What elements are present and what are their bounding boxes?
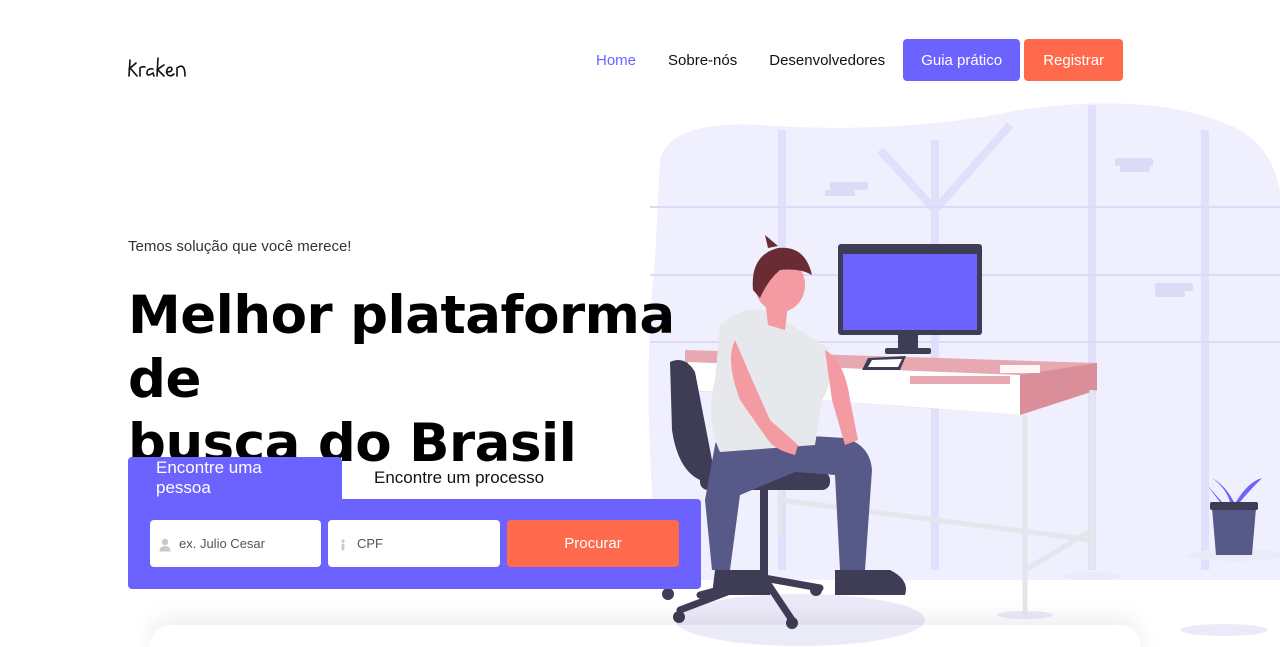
info-icon (337, 537, 349, 551)
tab-find-person[interactable]: Encontre uma pessoa (128, 457, 342, 499)
name-input[interactable] (179, 536, 309, 551)
cpf-field[interactable] (328, 520, 500, 567)
search-panel: Procurar (128, 499, 701, 589)
cpf-input[interactable] (357, 536, 487, 551)
content-card-edge (150, 625, 1140, 647)
main-nav: Home Sobre-nós Desenvolvedores Guia prát… (596, 39, 1124, 81)
nav-link-home[interactable]: Home (596, 52, 636, 69)
headline-line-1: Melhor plataforma de (128, 285, 675, 410)
brand-logo[interactable] (127, 52, 197, 82)
nav-link-desenvolvedores[interactable]: Desenvolvedores (769, 52, 885, 69)
guide-button[interactable]: Guia prático (903, 39, 1021, 81)
register-button[interactable]: Registrar (1024, 39, 1124, 81)
hero-tagline: Temos solução que você merece! (128, 238, 352, 255)
page-title: Melhor plataforma de busca do Brasil (128, 284, 728, 476)
user-icon (159, 537, 171, 551)
nav-link-sobre-nos[interactable]: Sobre-nós (668, 52, 737, 69)
kraken-logo-mark (128, 57, 186, 77)
search-tabs: Encontre uma pessoa Encontre um processo (128, 457, 572, 499)
search-button[interactable]: Procurar (507, 520, 679, 567)
tab-find-process[interactable]: Encontre um processo (342, 457, 572, 499)
name-field[interactable] (150, 520, 321, 567)
